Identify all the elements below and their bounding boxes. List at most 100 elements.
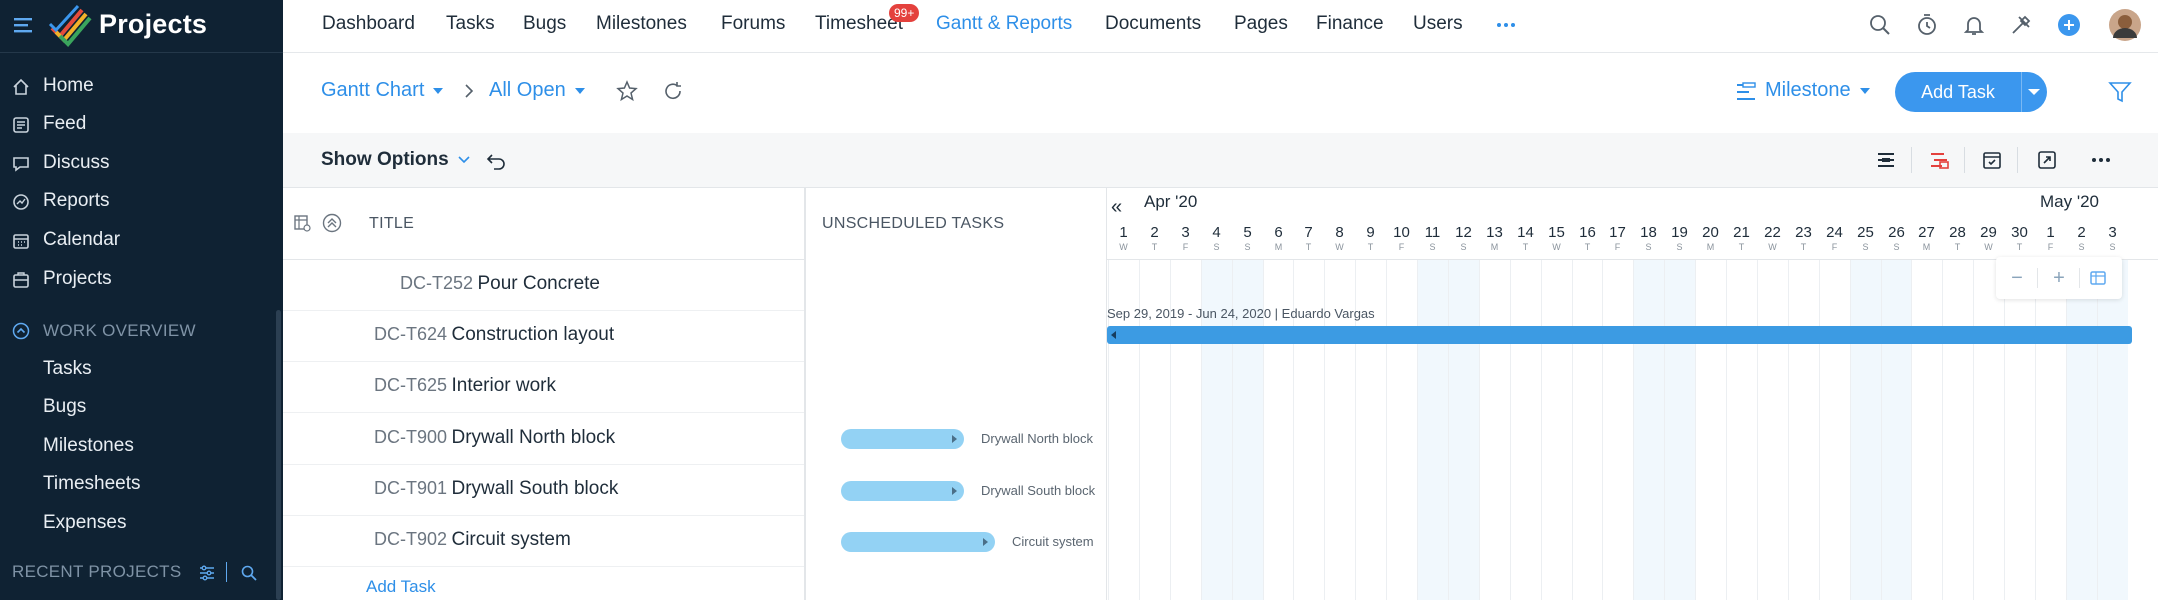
table-row[interactable]: DC-T902 Circuit system [283, 516, 805, 567]
day-column[interactable] [1819, 224, 1850, 600]
unscheduled-task-bar[interactable] [841, 532, 995, 552]
day-column[interactable] [1263, 224, 1294, 600]
undo-icon[interactable] [485, 150, 507, 172]
day-column[interactable] [1850, 224, 1881, 600]
title-column-header[interactable]: TITLE [369, 215, 414, 233]
tools-icon[interactable] [2008, 12, 2034, 38]
add-task-link[interactable]: Add Task [366, 577, 436, 597]
nav-users[interactable]: Users [1413, 13, 1463, 35]
sidebar-item-calendar[interactable]: Calendar [0, 221, 283, 259]
day-column[interactable] [1386, 224, 1417, 600]
table-row[interactable]: DC-T901 Drywall South block [283, 465, 805, 516]
sidebar-item-timesheets[interactable]: Timesheets [0, 465, 283, 503]
sidebar-item-milestones[interactable]: Milestones [0, 427, 283, 465]
more-horizontal-icon[interactable] [1493, 12, 1519, 38]
day-column[interactable] [1448, 224, 1479, 600]
day-column[interactable] [1232, 224, 1263, 600]
day-column[interactable] [1633, 224, 1664, 600]
nav-finance[interactable]: Finance [1316, 13, 1384, 35]
unscheduled-task-bar[interactable] [841, 429, 964, 449]
nav-milestones[interactable]: Milestones [596, 13, 687, 35]
day-column[interactable] [1695, 224, 1726, 600]
day-column[interactable] [1942, 224, 1973, 600]
expand-icon[interactable] [2036, 149, 2058, 171]
search-icon[interactable] [1867, 12, 1893, 38]
table-row[interactable]: DC-T900 Drywall North block [283, 414, 805, 465]
task-name[interactable]: Interior work [451, 375, 556, 396]
table-row[interactable]: DC-T625 Interior work [283, 362, 805, 413]
day-column[interactable] [1355, 224, 1386, 600]
sidebar-item-discuss[interactable]: Discuss [0, 144, 283, 182]
day-column[interactable] [1201, 224, 1232, 600]
sidebar-item-projects[interactable]: Projects [0, 260, 283, 298]
day-column[interactable] [1541, 224, 1572, 600]
day-column[interactable] [1572, 224, 1603, 600]
day-column[interactable] [1293, 224, 1324, 600]
day-column[interactable] [1881, 224, 1912, 600]
nav-gantt-reports[interactable]: Gantt & Reports [936, 13, 1072, 35]
day-column[interactable] [1510, 224, 1541, 600]
sidebar-scrollbar[interactable] [276, 310, 281, 600]
fit-to-screen-icon[interactable] [2089, 269, 2107, 287]
critical-path-icon[interactable] [1928, 149, 1950, 171]
scroll-left-icon[interactable]: « [1111, 196, 1122, 219]
sidebar-item-home[interactable]: Home [0, 67, 283, 105]
table-row[interactable]: DC-T624 Construction layout [283, 311, 805, 362]
filter-sliders-icon[interactable] [198, 564, 216, 582]
task-name[interactable]: Construction layout [451, 324, 614, 345]
sidebar-item-feed[interactable]: Feed [0, 105, 283, 143]
sidebar-item-bugs[interactable]: Bugs [0, 388, 283, 426]
nav-pages[interactable]: Pages [1234, 13, 1288, 35]
refresh-icon[interactable] [662, 80, 684, 102]
collapse-all-icon[interactable] [322, 213, 342, 233]
day-column[interactable] [1788, 224, 1819, 600]
day-column[interactable] [1170, 224, 1201, 600]
nav-documents[interactable]: Documents [1105, 13, 1201, 35]
filter-icon[interactable] [2107, 79, 2133, 105]
day-column[interactable] [1602, 224, 1633, 600]
day-column[interactable] [1726, 224, 1757, 600]
nav-dashboard[interactable]: Dashboard [322, 13, 415, 35]
task-name[interactable]: Drywall South block [451, 478, 618, 499]
day-column[interactable] [1911, 224, 1942, 600]
day-column[interactable] [1479, 224, 1510, 600]
search-icon[interactable] [240, 564, 258, 582]
zoom-in-button[interactable]: + [2046, 265, 2072, 291]
day-column[interactable] [1757, 224, 1788, 600]
add-task-dropdown[interactable] [2021, 72, 2047, 112]
sidebar-item-reports[interactable]: Reports [0, 182, 283, 220]
zoom-out-button[interactable]: − [2004, 265, 2030, 291]
star-icon[interactable] [616, 80, 638, 102]
view-selector[interactable]: Gantt Chart [321, 79, 444, 102]
day-column[interactable] [1139, 224, 1170, 600]
nav-bugs[interactable]: Bugs [523, 13, 566, 35]
add-circle-icon[interactable] [2056, 12, 2082, 38]
nav-forums[interactable]: Forums [721, 13, 785, 35]
bell-icon[interactable] [1961, 12, 1987, 38]
add-task-button[interactable]: Add Task [1895, 72, 2047, 112]
day-column[interactable] [1324, 224, 1355, 600]
day-column[interactable] [1108, 224, 1139, 600]
task-name[interactable]: Circuit system [451, 529, 570, 550]
group-by-selector[interactable]: Milestone [1765, 79, 1870, 102]
timer-icon[interactable] [1914, 12, 1940, 38]
bar-layout-icon[interactable] [1875, 149, 1897, 171]
nav-tasks[interactable]: Tasks [446, 13, 495, 35]
task-name[interactable]: Drywall North block [451, 427, 615, 448]
sidebar-item-tasks[interactable]: Tasks [0, 350, 283, 388]
unscheduled-task-bar[interactable] [841, 481, 964, 501]
table-row[interactable]: DC-T252 Pour Concrete [283, 260, 805, 311]
avatar[interactable] [2108, 8, 2142, 42]
show-options-button[interactable]: Show Options [321, 149, 471, 171]
work-overview-header[interactable]: WORK OVERVIEW [0, 312, 283, 350]
day-column[interactable] [1417, 224, 1448, 600]
menu-icon[interactable] [12, 14, 34, 36]
more-horizontal-icon[interactable] [2090, 149, 2112, 171]
calendar-check-icon[interactable] [1981, 149, 2003, 171]
filter-selector[interactable]: All Open [489, 79, 585, 102]
task-name[interactable]: Pour Concrete [477, 273, 600, 294]
sidebar-item-expenses[interactable]: Expenses [0, 504, 283, 542]
column-settings-icon[interactable] [293, 214, 311, 232]
day-column[interactable] [1664, 224, 1695, 600]
project-bar[interactable] [1107, 326, 2132, 344]
